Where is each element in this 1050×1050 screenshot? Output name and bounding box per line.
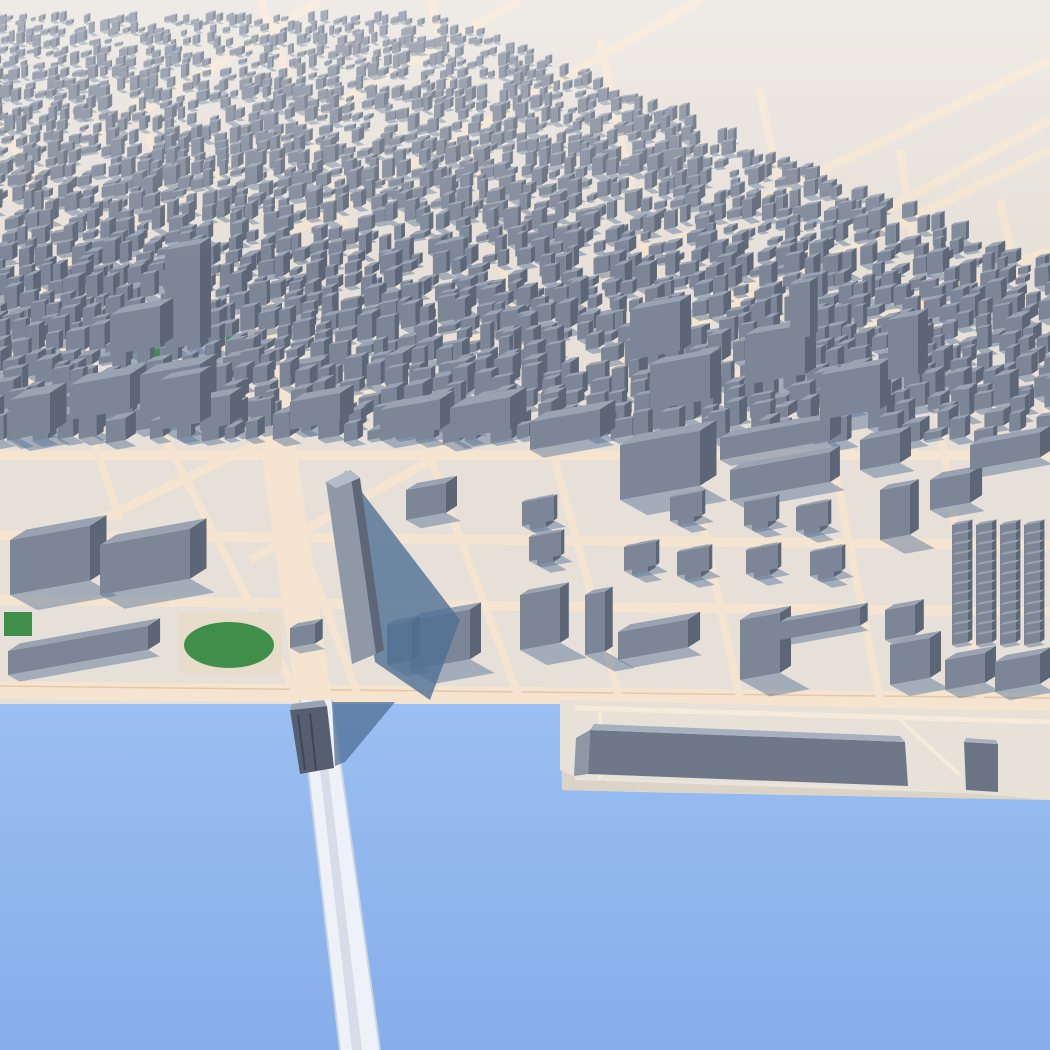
building bbox=[585, 586, 613, 655]
city-model-render bbox=[0, 0, 1050, 1050]
building bbox=[959, 258, 977, 288]
building bbox=[160, 365, 211, 430]
building bbox=[959, 385, 975, 418]
atmospheric-haze bbox=[0, 0, 1050, 260]
pier-building bbox=[964, 738, 998, 792]
building bbox=[240, 301, 261, 332]
residential-tower bbox=[888, 308, 928, 380]
building bbox=[520, 582, 569, 650]
building bbox=[976, 323, 992, 351]
residential-tower bbox=[790, 276, 818, 340]
building bbox=[740, 605, 791, 680]
building bbox=[480, 320, 495, 351]
building bbox=[140, 269, 159, 298]
sports-field bbox=[178, 612, 282, 674]
building bbox=[880, 479, 919, 540]
